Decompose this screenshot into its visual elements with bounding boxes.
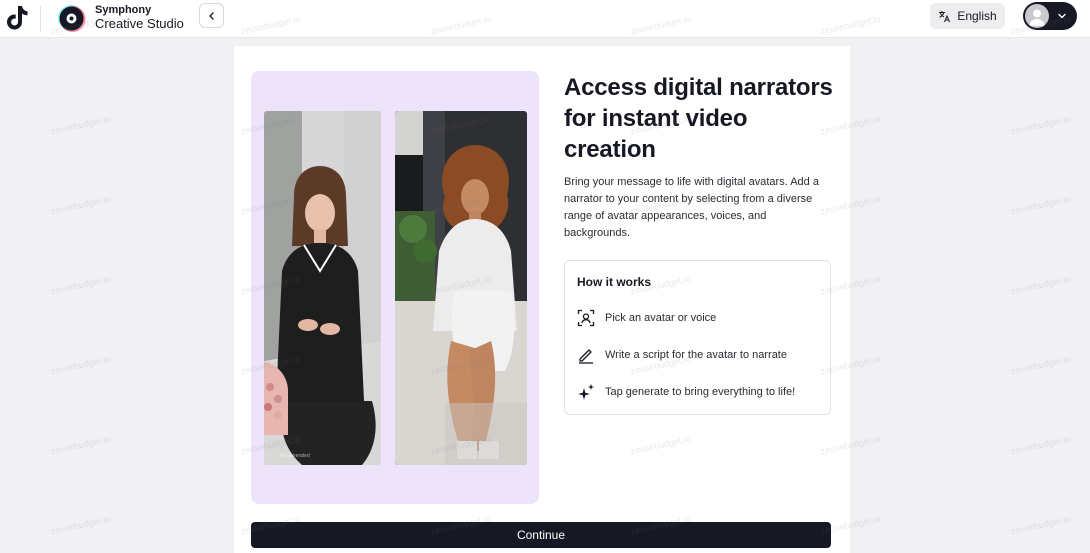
- sparkle-icon: [577, 383, 595, 401]
- watermark-text: zeusebudget.io: [1009, 273, 1072, 297]
- watermark-text: zeusebudget.io: [1009, 113, 1072, 137]
- studio-logo-icon[interactable]: [55, 2, 87, 34]
- user-avatar-icon: [1025, 4, 1049, 28]
- watermark-text: zeusebudget.io: [49, 353, 112, 377]
- language-label: English: [957, 9, 997, 23]
- avatar-preview-panel: AI Generated: [251, 71, 539, 504]
- step-text: Tap generate to bring everything to life…: [605, 386, 796, 398]
- step-text: Pick an avatar or voice: [605, 312, 717, 324]
- continue-button[interactable]: Continue: [251, 522, 831, 548]
- brand-line-1: Symphony: [95, 4, 152, 16]
- brand-name[interactable]: Symphony Creative Studio: [95, 3, 184, 31]
- onboarding-card: AI Generated Access digital narrators fo…: [234, 46, 850, 553]
- chevron-left-icon: [208, 11, 214, 20]
- how-it-works-step: Write a script for the avatar to narrate: [577, 346, 787, 364]
- watermark-text: zeusebudget.io: [49, 513, 112, 537]
- watermark-text: zeusebudget.io: [1009, 353, 1072, 377]
- watermark-text: zeusebudget.io: [1009, 433, 1072, 457]
- watermark-text: zeusebudget.io: [49, 433, 112, 457]
- how-it-works-step: Pick an avatar or voice: [577, 309, 716, 327]
- watermark-text: zeusebudget.io: [49, 273, 112, 297]
- back-button[interactable]: [199, 3, 224, 28]
- watermark-text: zeusebudget.io: [49, 113, 112, 137]
- header-divider: [40, 6, 41, 32]
- avatar-select-icon: [577, 309, 595, 327]
- language-button[interactable]: English: [930, 3, 1005, 29]
- ai-generated-label: AI Generated: [280, 453, 310, 459]
- user-menu-button[interactable]: [1023, 2, 1077, 30]
- page-description: Bring your message to life with digital …: [564, 176, 819, 239]
- how-it-works-title: How it works: [577, 275, 652, 289]
- watermark-text: zeusebudget.io: [1009, 513, 1072, 537]
- brand-line-2: Creative Studio: [95, 16, 184, 31]
- avatar-video-preview[interactable]: AI Generated: [264, 111, 381, 465]
- how-it-works-panel: How it works Pick an avatar or voice Wri…: [564, 260, 831, 415]
- avatar-video-preview[interactable]: [395, 111, 527, 465]
- watermark-text: zeusebudget.io: [1009, 193, 1072, 217]
- how-it-works-step: Tap generate to bring everything to life…: [577, 383, 795, 401]
- step-text: Write a script for the avatar to narrate: [605, 349, 787, 361]
- watermark-text: zeusebudget.io: [49, 193, 112, 217]
- page-title: Access digital narrators for instant vid…: [564, 74, 833, 163]
- tiktok-logo-icon[interactable]: [4, 4, 30, 32]
- chevron-down-icon: [1058, 13, 1066, 19]
- top-bar: Symphony Creative Studio English: [0, 0, 1090, 38]
- translate-icon: [939, 10, 951, 22]
- pencil-icon: [577, 346, 595, 364]
